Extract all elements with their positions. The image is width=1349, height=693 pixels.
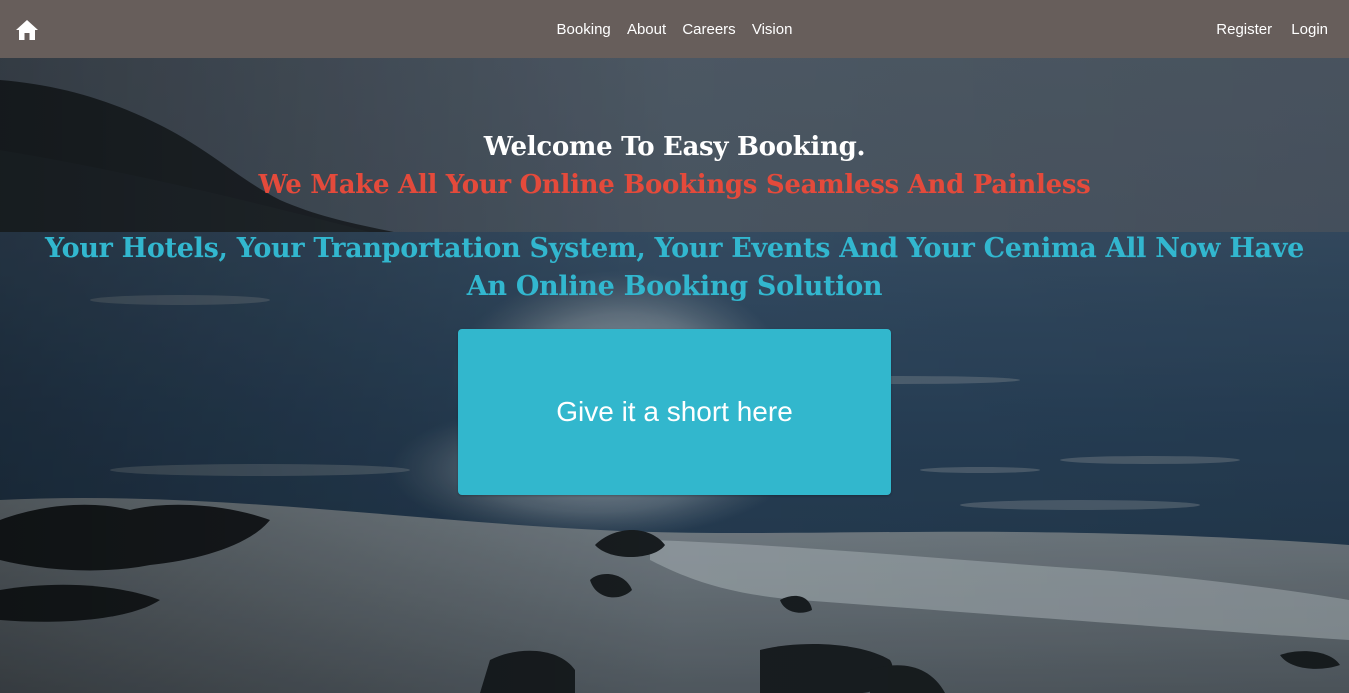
nav-link-careers[interactable]: Careers xyxy=(682,21,735,38)
hero-tagline: We Make All Your Online Bookings Seamles… xyxy=(258,170,1091,200)
nav-link-booking[interactable]: Booking xyxy=(557,21,611,38)
hero-description: Your Hotels, Your Tranportation System, … xyxy=(44,233,1304,302)
nav-link-about[interactable]: About xyxy=(627,21,666,38)
auth-links: Register Login xyxy=(1201,20,1328,40)
register-link[interactable]: Register xyxy=(1216,21,1272,38)
main-nav-links: Booking About Careers Vision xyxy=(0,20,1349,40)
cta-button[interactable]: Give it a short here xyxy=(458,329,891,495)
hero-welcome-heading: Welcome To Easy Booking. xyxy=(483,132,866,162)
login-link[interactable]: Login xyxy=(1291,21,1328,38)
landing-page: Booking About Careers Vision Register Lo… xyxy=(0,0,1349,693)
top-navbar: Booking About Careers Vision Register Lo… xyxy=(0,0,1349,58)
nav-link-vision[interactable]: Vision xyxy=(752,21,793,38)
